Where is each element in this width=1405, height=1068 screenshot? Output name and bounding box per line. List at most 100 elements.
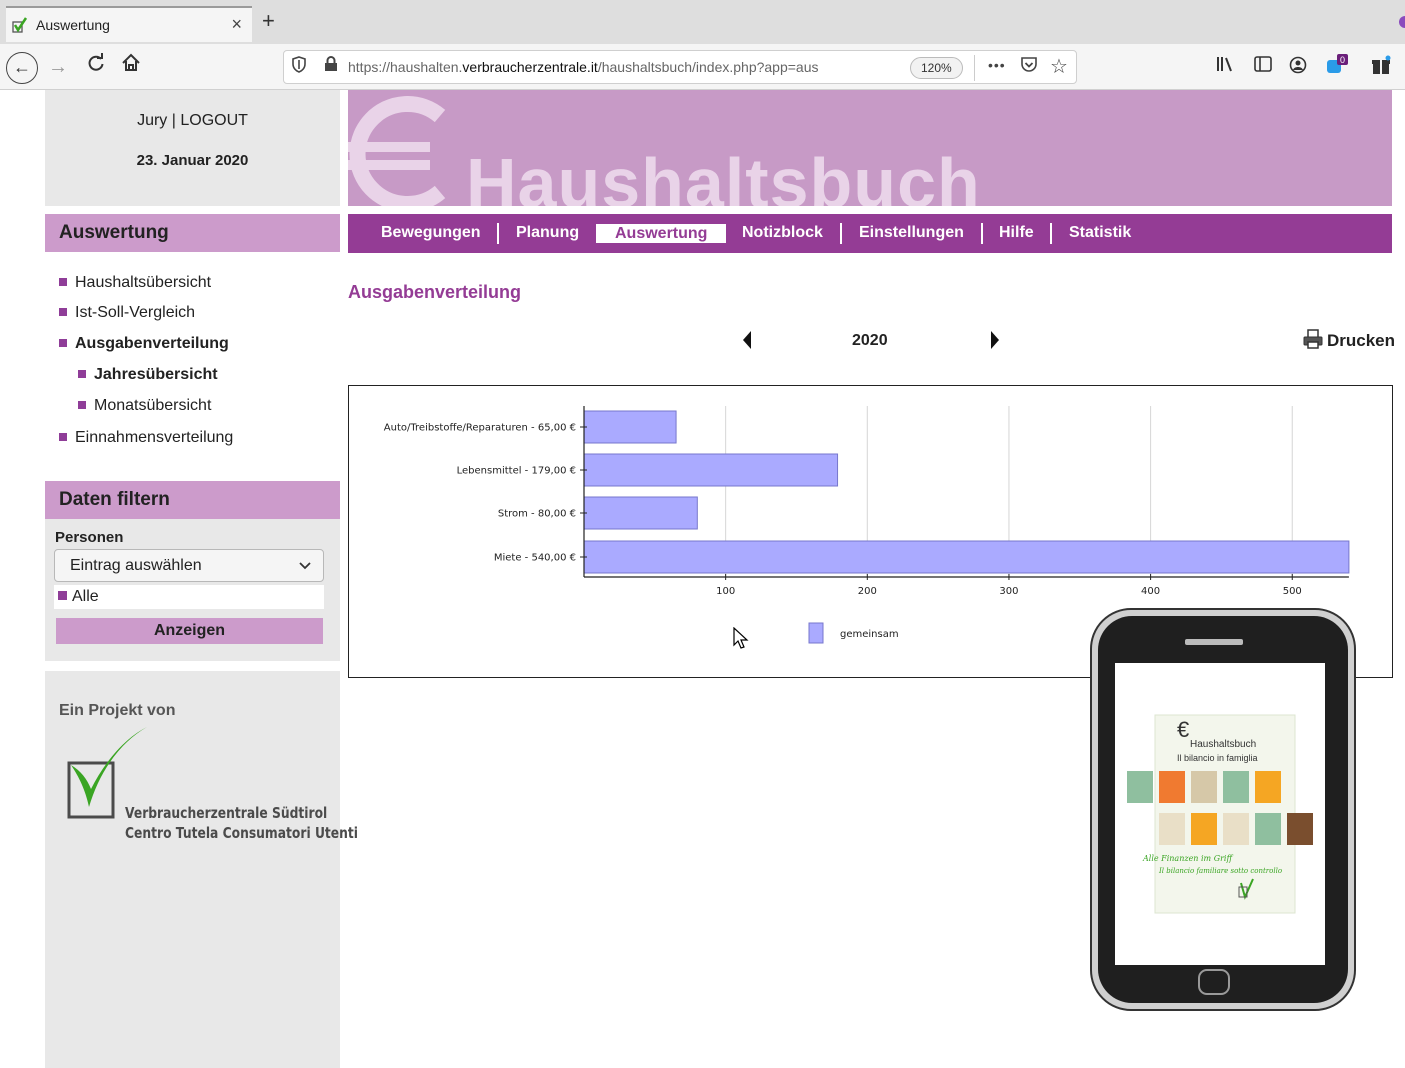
project-panel: Ein Projekt von Verbraucherzentrale Südt… [45, 671, 358, 1068]
filter-heading: Daten filtern [45, 481, 340, 519]
next-year-arrow-icon[interactable] [989, 330, 1001, 350]
pocket-icon[interactable] [1020, 56, 1038, 78]
project-label: Ein Projekt von [59, 702, 176, 719]
euro-logo-icon [348, 96, 446, 206]
browser-tab[interactable]: Auswertung × [6, 6, 252, 42]
browser-tab-bar: Auswertung × + [0, 0, 1405, 44]
user-logout-link[interactable]: Jury | LOGOUT [45, 112, 340, 130]
nav-item-label: Ist-Soll-Vergleich [75, 304, 196, 321]
forward-arrow-icon[interactable]: → [48, 53, 68, 81]
year-label: 2020 [852, 332, 888, 349]
home-icon[interactable] [121, 53, 141, 81]
extension-badge-count: 0 [1340, 55, 1345, 65]
shield-icon[interactable] [292, 56, 306, 78]
svg-text:€: € [1177, 717, 1189, 742]
banner-title: Haushaltsbuch [466, 144, 981, 206]
tab-close-icon[interactable]: × [231, 14, 242, 35]
nav-item-label: Einnahmensverteilung [75, 429, 234, 446]
person-option-alle[interactable]: Alle [54, 585, 324, 609]
sidebar-toggle-icon[interactable] [1254, 56, 1272, 77]
menu-separator [1050, 223, 1052, 244]
menu-item-einstellungen[interactable]: Einstellungen [859, 214, 964, 253]
logo-line-2: Centro Tutela Consumatori Utenti [125, 824, 359, 842]
extension-icon[interactable]: 0 [1325, 52, 1349, 81]
menu-item-notizblock[interactable]: Notizblock [742, 214, 823, 253]
ad-slogan-1: Alle Finanzen im Griff [1142, 854, 1233, 863]
chart-category-label: Auto/Treibstoffe/Reparaturen - 65,00 € [384, 423, 576, 434]
person-select[interactable]: Eintrag auswählen [54, 549, 324, 582]
more-actions-icon[interactable]: ••• [988, 57, 1006, 73]
chart-category-label: Miete - 540,00 € [494, 553, 576, 564]
library-icon[interactable] [1216, 56, 1234, 77]
bullet-icon [78, 369, 86, 378]
nav-item-haushaltsuebersicht[interactable]: Haushaltsübersicht [59, 274, 211, 292]
main-menu: Bewegungen Planung Auswertung Notizblock… [348, 214, 1392, 253]
bookmark-star-icon[interactable]: ☆ [1050, 54, 1068, 79]
current-date: 23. Januar 2020 [136, 152, 249, 169]
gift-icon[interactable] [1371, 55, 1391, 80]
nav-item-label: Jahresübersicht [94, 366, 218, 383]
nav-item-label: Ausgabenverteilung [75, 335, 229, 352]
persons-label: Personen [55, 529, 124, 546]
menu-item-statistik[interactable]: Statistik [1069, 214, 1131, 253]
ad-slogan-2: Il bilancio familiare sotto controllo [1158, 867, 1282, 875]
account-icon[interactable] [1289, 56, 1307, 79]
browser-nav-bar: ← → https://haushalten.verbraucherzentra… [0, 44, 1405, 90]
lock-icon[interactable] [324, 56, 338, 77]
zoom-level-badge[interactable]: 120% [910, 57, 963, 79]
url-prefix: https://haushalten. [348, 59, 463, 75]
bullet-icon [59, 432, 67, 441]
nav-item-ausgabenverteilung[interactable]: Ausgabenverteilung [59, 335, 229, 353]
phone-app-advertisement[interactable]: € Haushaltsbuch Il bilancio in famiglia … [1089, 607, 1357, 1012]
menu-item-hilfe[interactable]: Hilfe [999, 214, 1034, 253]
chart-legend-swatch [808, 622, 824, 644]
previous-year-arrow-icon[interactable] [741, 330, 753, 350]
url-bar-separator [974, 55, 975, 81]
nav-subitem-jahresuebersicht[interactable]: Jahresübersicht [78, 366, 218, 384]
nav-item-ist-soll-vergleich[interactable]: Ist-Soll-Vergleich [59, 304, 195, 322]
url-text[interactable]: https://haushalten.verbraucherzentrale.i… [348, 59, 868, 75]
nav-item-label: Haushaltsübersicht [75, 274, 212, 291]
section-title: Ausgabenverteilung [348, 282, 522, 302]
menu-separator [840, 223, 842, 244]
show-button[interactable]: Anzeigen [56, 618, 323, 644]
chart-x-tick-label: 500 [1283, 586, 1302, 597]
site-favicon-icon [12, 17, 28, 33]
chart-bar [583, 410, 677, 444]
chart-x-tick-label: 300 [999, 586, 1018, 597]
chevron-down-icon [299, 550, 311, 581]
chart-bar [583, 453, 839, 487]
chart-x-tick-label: 100 [716, 586, 735, 597]
bullet-icon [59, 277, 67, 286]
print-label: Drucken [1327, 331, 1396, 350]
menu-separator [981, 223, 983, 244]
chart-x-tick-label: 200 [858, 586, 877, 597]
menu-item-bewegungen[interactable]: Bewegungen [381, 214, 481, 253]
ad-brand: Haushaltsbuch [1190, 739, 1256, 750]
bullet-icon [59, 338, 67, 347]
chart-bar [583, 496, 698, 530]
print-button[interactable]: Drucken [1303, 329, 1395, 351]
bullet-icon [78, 400, 86, 409]
url-bar[interactable]: https://haushalten.verbraucherzentrale.i… [283, 50, 1077, 84]
url-path: /haushaltsbuch/index.php?app=aus [597, 59, 819, 75]
chart-bar [583, 540, 1350, 574]
ad-subtitle: Il bilancio in famiglia [1177, 753, 1258, 763]
back-arrow-icon[interactable]: ← [6, 52, 38, 84]
bullet-icon [58, 591, 67, 601]
mouse-cursor-icon [733, 627, 749, 649]
nav-subitem-monatsuebersicht[interactable]: Monatsübersicht [78, 397, 211, 415]
tab-title: Auswertung [36, 17, 110, 33]
printer-icon [1303, 329, 1323, 349]
new-tab-button[interactable]: + [262, 8, 275, 34]
menu-item-auswertung[interactable]: Auswertung [596, 224, 727, 243]
menu-item-planung[interactable]: Planung [516, 214, 579, 253]
nav-item-einnahmensverteilung[interactable]: Einnahmensverteilung [59, 429, 233, 447]
person-select-value: Eintrag auswählen [70, 557, 202, 574]
window-indicator-dot [1399, 16, 1405, 28]
url-domain: verbraucherzentrale.it [462, 59, 598, 75]
nav-heading: Auswertung [45, 214, 340, 252]
reload-icon[interactable] [86, 53, 106, 81]
chart-legend-label: gemeinsam [840, 629, 899, 640]
logo-text: Verbraucherzentrale Südtirol Centro Tute… [125, 803, 358, 843]
